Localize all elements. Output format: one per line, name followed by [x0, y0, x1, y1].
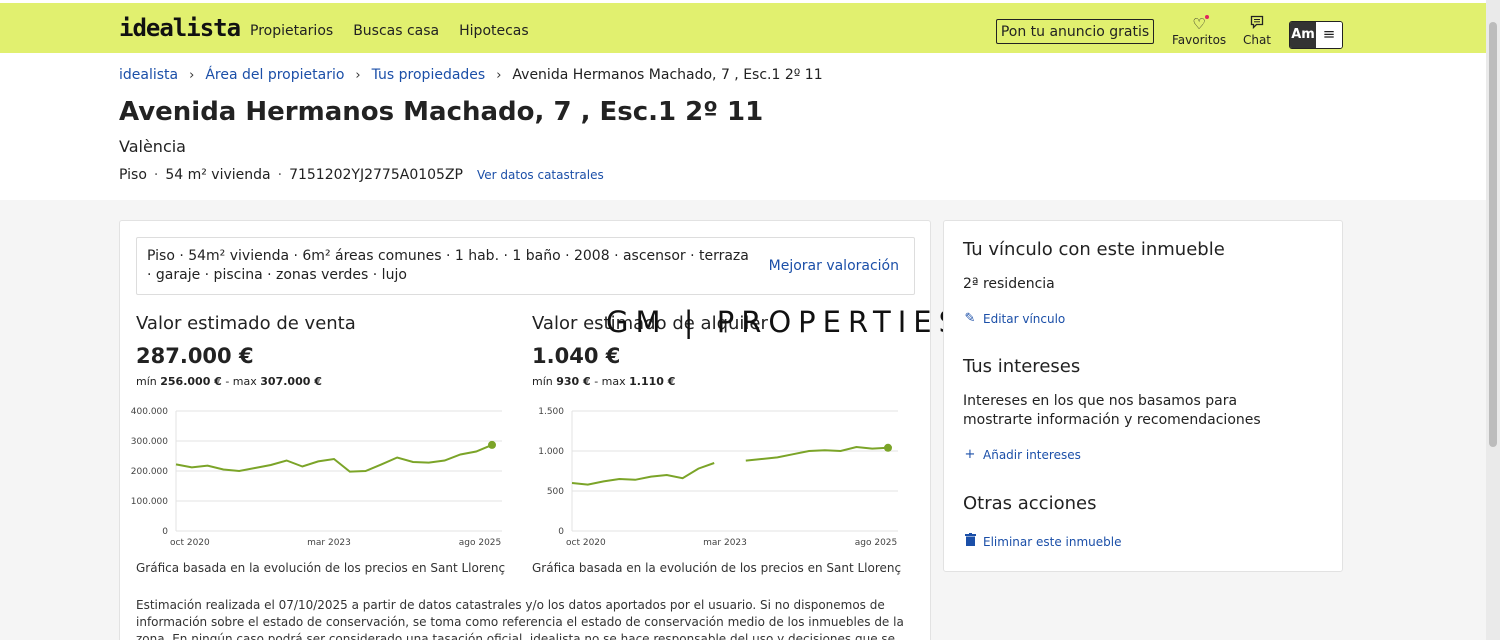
idealista-logo[interactable]: idealista [119, 14, 241, 42]
valuation-disclaimer: Estimación realizada el 07/10/2025 a par… [136, 598, 904, 640]
breadcrumb-current: Avenida Hermanos Machado, 7 , Esc.1 2º 1… [512, 67, 823, 83]
favorites-button[interactable]: ♡ Favoritos [1172, 15, 1226, 47]
sale-price-chart: 0 100.000 200.000 300.000 400.000 oct 2020 mar… [131, 407, 502, 548]
y-tick-label: 300.000 [131, 437, 168, 447]
breadcrumb-tus-propiedades[interactable]: Tus propiedades [372, 67, 486, 83]
series-line [745, 445, 889, 462]
property-cadastral-ref: 7151202YJ2775A0105ZP [289, 167, 463, 183]
series-line [571, 462, 715, 486]
nav-propietarios[interactable]: Propietarios [250, 23, 333, 39]
interests-text: Intereses en los que nos basamos para mo… [963, 393, 1261, 428]
favorites-label: Favoritos [1172, 33, 1227, 47]
avatar: Am [1290, 22, 1316, 48]
add-interests-link[interactable]: + Añadir intereses [963, 447, 1081, 462]
y-tick-label: 1.000 [538, 447, 564, 457]
heart-icon: ♡ [1192, 15, 1206, 33]
page-title: Avenida Hermanos Machado, 7 , Esc.1 2º 1… [119, 97, 764, 127]
breadcrumb-idealista[interactable]: idealista [119, 67, 178, 83]
y-tick-label: 400.000 [131, 407, 168, 417]
relationship-heading: Tu vínculo con este inmueble [963, 239, 1225, 260]
publish-ad-button[interactable]: Pon tu anuncio gratis [996, 19, 1154, 44]
property-type: Piso [119, 167, 147, 183]
improve-valuation-link[interactable]: Mejorar valoración [769, 258, 899, 274]
sale-value-block: Valor estimado de venta 287.000 € mín 25… [136, 313, 356, 388]
property-size: 54 m² vivienda [165, 167, 271, 183]
other-actions-heading: Otras acciones [963, 493, 1097, 514]
sale-amount: 287.000 € [136, 344, 254, 368]
rent-range: mín 930 € - max 1.110 € [532, 375, 676, 388]
breadcrumb-area-propietario[interactable]: Área del propietario [205, 67, 344, 83]
nav-hipotecas[interactable]: Hipotecas [459, 23, 529, 39]
last-value-point [884, 443, 892, 452]
chevron-right-icon: › [189, 67, 195, 83]
chat-label: Chat [1242, 33, 1272, 47]
notification-dot [1205, 15, 1209, 19]
x-tick-label: ago 2025 [855, 538, 898, 548]
relationship-value: 2ª residencia [963, 276, 1055, 292]
chevron-right-icon: › [496, 67, 502, 83]
user-menu-button[interactable]: Am ≡ [1289, 21, 1343, 49]
scrollbar-thumb[interactable] [1489, 22, 1497, 447]
series-line [175, 443, 493, 473]
chat-button[interactable]: Chat [1238, 15, 1276, 47]
chevron-right-icon: › [355, 67, 361, 83]
property-header: idealista › Área del propietario › Tus p… [0, 53, 1486, 200]
y-tick-label: 0 [162, 527, 168, 537]
sale-heading: Valor estimado de venta [136, 313, 356, 334]
sale-range: mín 256.000 € - max 307.000 € [136, 375, 322, 388]
valuation-card: Piso · 54m² vivienda · 6m² áreas comunes… [119, 220, 957, 640]
delete-property-link[interactable]: Eliminar este inmueble [963, 533, 1121, 550]
rent-min: 930 € [556, 375, 591, 388]
y-tick-label: 1.500 [538, 407, 564, 417]
rent-chart-caption: Gráfica basada en la evolución de los pr… [532, 561, 902, 575]
rent-price-chart: 0 500 1.000 1.500 oct 2020 mar 2023 ago 2025 [538, 407, 898, 548]
main-nav: Propietarios Buscas casa Hipotecas [250, 23, 529, 39]
interests-heading: Tus intereses [963, 356, 1081, 377]
sale-min: 256.000 € [160, 375, 222, 388]
x-tick-label: oct 2020 [566, 538, 606, 548]
property-city: València [119, 137, 186, 156]
property-meta: Piso · 54 m² vivienda · 7151202YJ2775A01… [119, 167, 604, 183]
y-tick-label: 500 [547, 487, 564, 497]
x-tick-label: ago 2025 [459, 538, 502, 548]
last-value-point [488, 440, 496, 449]
edit-relationship-link[interactable]: ✎ Editar vínculo [963, 311, 1066, 326]
breadcrumb: idealista › Área del propietario › Tus p… [119, 67, 823, 83]
pencil-icon: ✎ [964, 311, 976, 326]
chat-icon [1238, 15, 1276, 33]
rent-amount: 1.040 € [532, 344, 621, 368]
top-navigation-bar: idealista Propietarios Buscas casa Hipot… [0, 0, 1486, 53]
relationship-card: Tu vínculo con este inmueble 2ª residenc… [943, 220, 1343, 572]
sale-max: 307.000 € [260, 375, 322, 388]
sale-chart-caption: Gráfica basada en la evolución de los pr… [136, 561, 506, 575]
rent-max: 1.110 € [629, 375, 676, 388]
features-box: Piso · 54m² vivienda · 6m² áreas comunes… [136, 237, 915, 295]
nav-buscas-casa[interactable]: Buscas casa [353, 23, 439, 39]
y-tick-label: 100.000 [131, 497, 168, 507]
menu-icon: ≡ [1316, 22, 1342, 48]
x-tick-label: mar 2023 [307, 538, 351, 548]
features-text: Piso · 54m² vivienda · 6m² áreas comunes… [147, 248, 749, 283]
watermark-logo: GM | PROPERTIES [606, 305, 965, 339]
y-tick-label: 200.000 [131, 467, 168, 477]
page-scrollbar[interactable] [1486, 0, 1500, 640]
trash-icon [963, 533, 977, 550]
y-tick-label: 0 [558, 527, 564, 537]
plus-icon: + [964, 447, 976, 462]
x-tick-label: mar 2023 [703, 538, 747, 548]
x-tick-label: oct 2020 [170, 538, 210, 548]
view-cadastral-data-link[interactable]: Ver datos catastrales [477, 168, 604, 182]
